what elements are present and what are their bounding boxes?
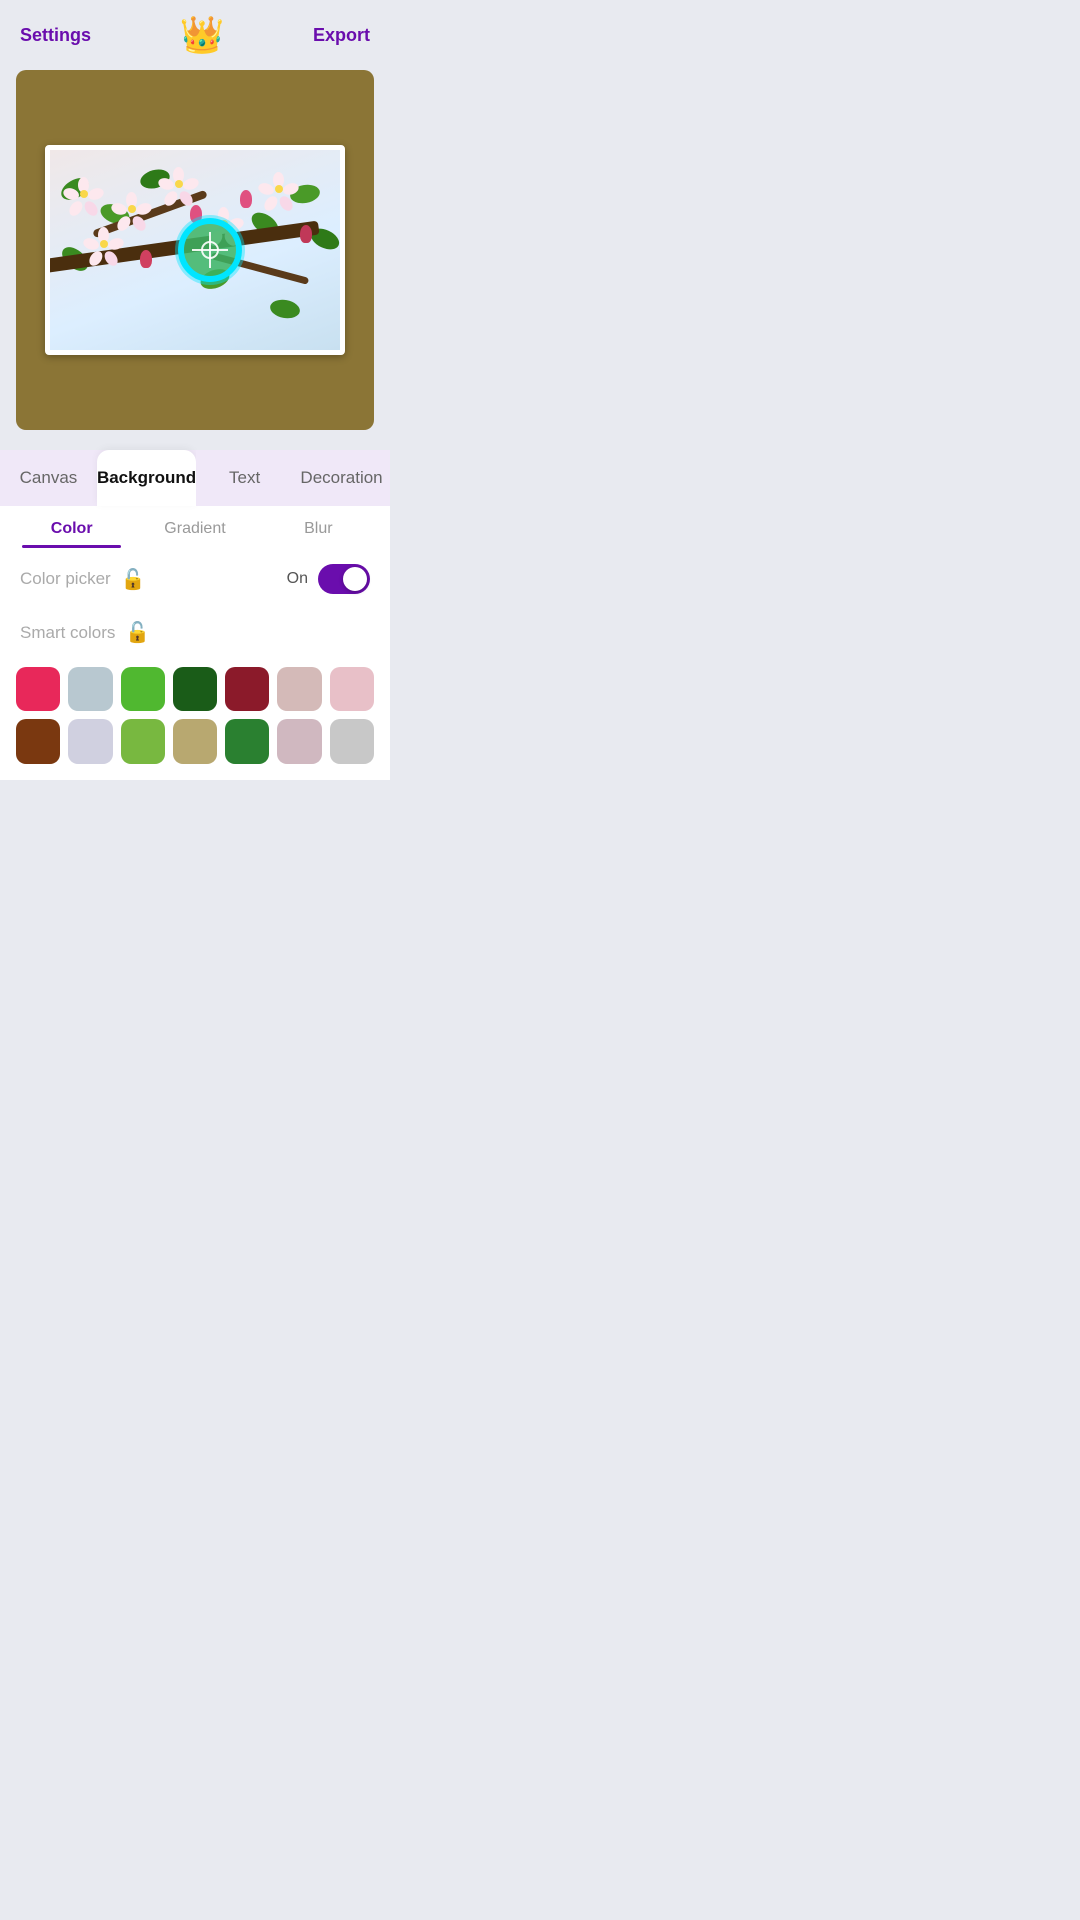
color-picker-label: Color picker 🔓	[20, 567, 146, 592]
toggle-knob	[343, 567, 367, 591]
color-swatch[interactable]	[225, 667, 269, 711]
export-button[interactable]: Export	[313, 25, 370, 46]
photo-background	[50, 150, 340, 350]
color-picker-toggle[interactable]	[318, 564, 370, 594]
color-swatch[interactable]	[121, 719, 165, 763]
flower	[165, 170, 193, 198]
settings-button[interactable]: Settings	[20, 25, 91, 46]
swatches-grid	[0, 659, 390, 780]
flower	[90, 230, 118, 258]
header: Settings 👑 Export	[0, 0, 390, 66]
color-picker-text: Color picker	[20, 569, 111, 589]
color-swatch[interactable]	[277, 719, 321, 763]
sub-tab-gradient[interactable]: Gradient	[133, 506, 256, 548]
photo-frame[interactable]	[45, 145, 345, 355]
bottom-panel: Canvas Background Text Decoration Color …	[0, 434, 390, 780]
color-swatch[interactable]	[330, 719, 374, 763]
sub-tab-bar: Color Gradient Blur	[0, 506, 390, 548]
color-swatch[interactable]	[121, 667, 165, 711]
color-swatch[interactable]	[173, 719, 217, 763]
tab-canvas[interactable]: Canvas	[0, 450, 97, 506]
color-swatch[interactable]	[16, 667, 60, 711]
tab-background[interactable]: Background	[97, 450, 196, 506]
flower	[265, 175, 293, 203]
tab-decoration[interactable]: Decoration	[293, 450, 390, 506]
color-picker-row: Color picker 🔓 On	[0, 548, 390, 610]
color-swatch[interactable]	[277, 667, 321, 711]
sub-tab-color[interactable]: Color	[10, 506, 133, 548]
smart-colors-lock-icon[interactable]: 🔓	[125, 620, 150, 645]
color-picker-cursor[interactable]	[178, 218, 242, 282]
color-swatch[interactable]	[330, 667, 374, 711]
tab-text[interactable]: Text	[196, 450, 293, 506]
color-swatch[interactable]	[68, 667, 112, 711]
toggle-on-label: On	[287, 570, 308, 588]
smart-colors-label: Smart colors	[20, 623, 115, 643]
bud	[140, 250, 152, 268]
crown-icon: 👑	[180, 14, 225, 56]
toggle-row: On	[287, 564, 370, 594]
bud	[240, 190, 252, 208]
bud	[300, 225, 312, 243]
color-swatch[interactable]	[173, 667, 217, 711]
flower	[70, 180, 98, 208]
flower	[118, 195, 146, 223]
crosshair-icon	[192, 232, 228, 268]
color-swatch[interactable]	[16, 719, 60, 763]
main-tab-bar: Canvas Background Text Decoration	[0, 450, 390, 506]
color-swatch[interactable]	[225, 719, 269, 763]
smart-colors-row: Smart colors 🔓	[0, 610, 390, 659]
color-swatch[interactable]	[68, 719, 112, 763]
color-picker-lock-icon[interactable]: 🔓	[121, 567, 146, 592]
canvas-preview	[16, 70, 374, 430]
sub-tab-blur[interactable]: Blur	[257, 506, 380, 548]
